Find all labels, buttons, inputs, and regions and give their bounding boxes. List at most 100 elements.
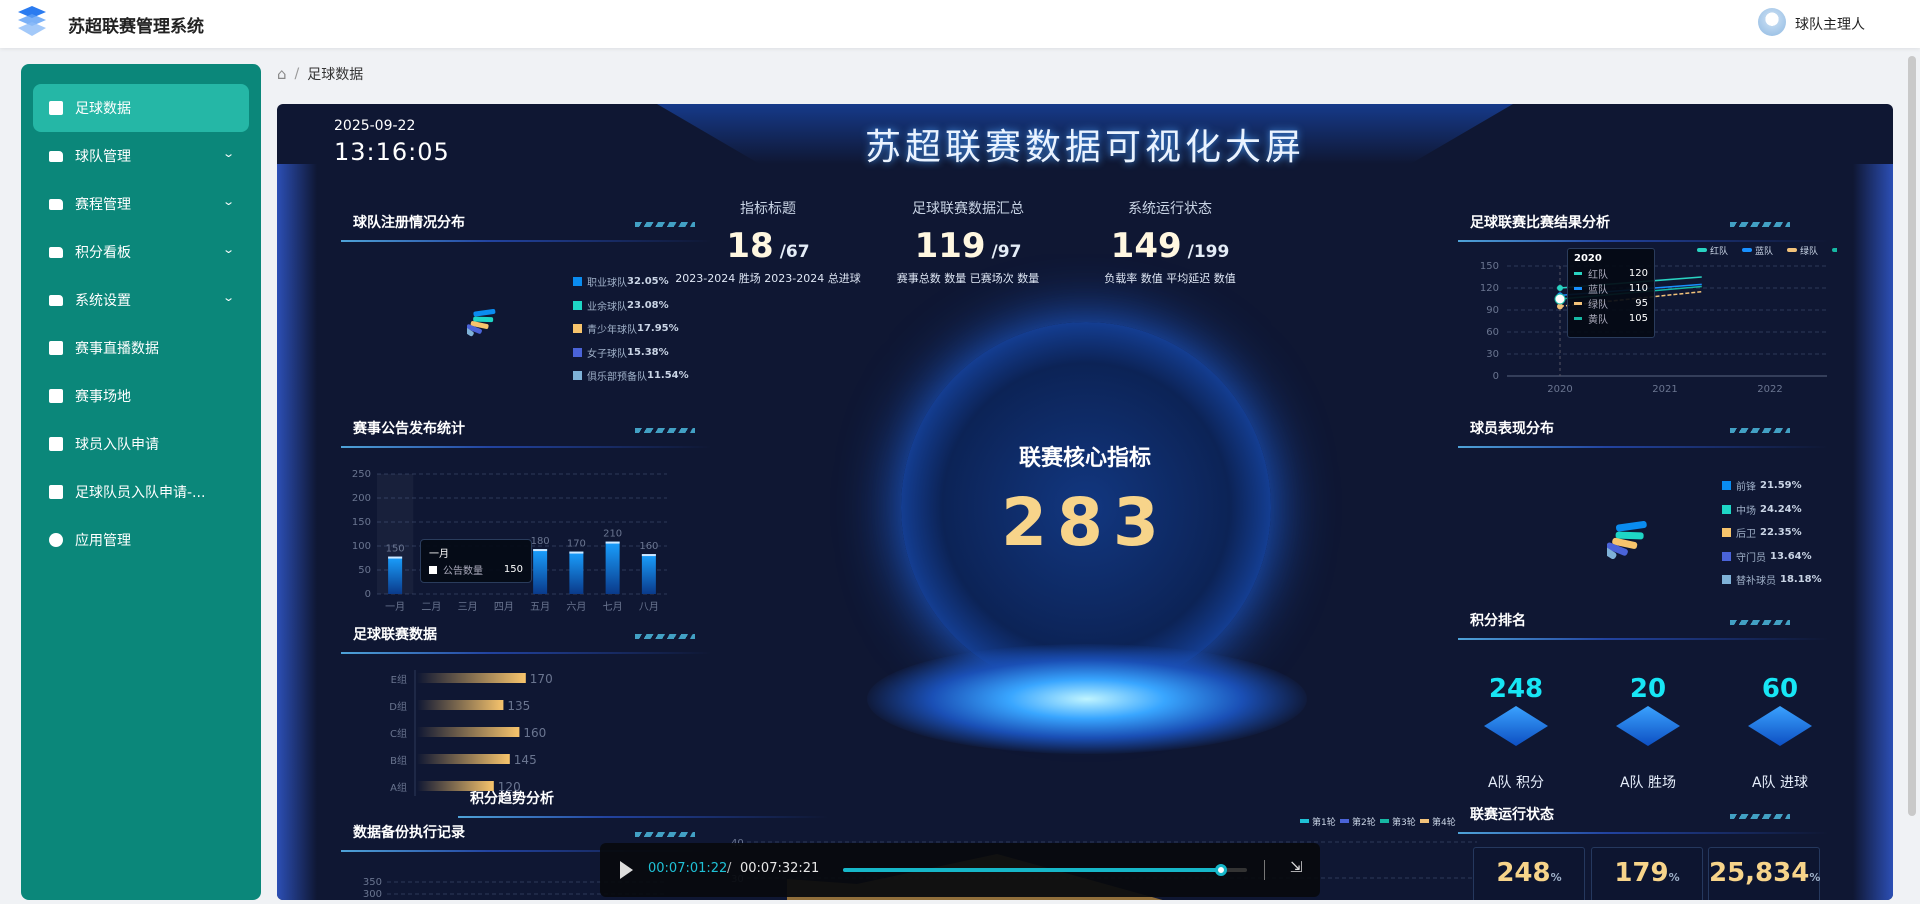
metric-value: 149 xyxy=(1110,226,1182,266)
x-tick-label: 五月 xyxy=(530,601,550,613)
tooltip-value: 110 xyxy=(1628,283,1648,294)
hbar[interactable] xyxy=(417,781,494,791)
data-point[interactable] xyxy=(1557,303,1563,310)
y-tick-label: 0 xyxy=(365,589,371,600)
sidebar-item-label: 球队管理 xyxy=(75,149,131,165)
total-time: 00:07:32:21 xyxy=(740,861,820,876)
sidebar-item[interactable]: 球员入队申请 xyxy=(33,420,249,468)
sidebar-item[interactable]: 积分看板 ⌄ xyxy=(33,228,249,276)
tooltip-swatch xyxy=(429,565,437,574)
sidebar-item[interactable]: 球队管理 ⌄ xyxy=(33,132,249,180)
data-point[interactable] xyxy=(1554,293,1566,305)
sidebar-item-label: 系统设置 xyxy=(75,293,131,309)
rose-segment[interactable] xyxy=(473,316,494,323)
metric-label: 足球联赛数据汇总 xyxy=(912,201,1024,217)
sidebar-item[interactable]: 足球数据 xyxy=(33,84,249,132)
folder-icon xyxy=(49,198,63,210)
legend-swatch xyxy=(573,371,582,381)
legend-item[interactable]: 替补球员 18.18% xyxy=(1722,568,1822,592)
tooltip-name: 蓝队 xyxy=(1588,285,1608,296)
y-category-label: A组 xyxy=(390,781,407,794)
bar[interactable] xyxy=(388,556,403,594)
legend-item[interactable]: 俱乐部预备队 11.54% xyxy=(573,364,689,388)
sidebar-item[interactable]: 应用管理 xyxy=(33,516,249,564)
metric-card: 指标标题 18/67 2023-2024 胜场 2023-2024 总进球 xyxy=(658,198,878,286)
seek-handle[interactable] xyxy=(1214,864,1227,876)
hbar[interactable] xyxy=(417,700,504,710)
chevron-down-icon: ⌄ xyxy=(221,243,235,256)
rank-card: 20 A队 胜场 xyxy=(1588,674,1708,792)
sidebar-item[interactable]: 足球队员入队申请-... xyxy=(33,468,249,516)
page-scrollbar[interactable] xyxy=(1908,56,1916,816)
team-reg-legend: 职业球队 32.05% 业余球队 23.08% 青少年球队 17.95% 女子球队 15.38… xyxy=(573,270,689,388)
current-time: 00:07:01:22 xyxy=(648,861,728,876)
exit-fullscreen-icon[interactable]: ⇲ xyxy=(1290,858,1303,876)
decor-stripes xyxy=(1730,222,1790,227)
legend-item[interactable]: 青少年球队 17.95% xyxy=(573,317,689,341)
sidebar-item[interactable]: 系统设置 ⌄ xyxy=(33,276,249,324)
video-controls: 00:07:01:22 / 00:07:32:21 ⇲ xyxy=(600,843,1320,897)
legend-name[interactable]: 红队 xyxy=(1710,245,1728,257)
avatar[interactable] xyxy=(1758,8,1786,36)
data-point[interactable] xyxy=(1557,285,1563,291)
legend-name[interactable]: 蓝队 xyxy=(1755,245,1773,257)
status-value: 179% xyxy=(1592,858,1702,888)
x-tick-label: 六月 xyxy=(566,601,586,613)
legend-item[interactable]: 业余球队 23.08% xyxy=(573,294,689,318)
hbar[interactable] xyxy=(417,673,526,683)
team-reg-rose-chart xyxy=(467,309,496,337)
x-tick-label: 二月 xyxy=(421,601,441,613)
x-tick-label: 2022 xyxy=(1757,384,1782,395)
rank-value: 60 xyxy=(1761,674,1799,704)
metric-card: 足球联赛数据汇总 119/97 赛事总数 数量 已赛场次 数量 xyxy=(858,198,1078,286)
legend-name[interactable]: 第1轮 xyxy=(1312,816,1336,828)
legend-name[interactable]: 第4轮 xyxy=(1432,816,1456,828)
legend-name[interactable]: 第2轮 xyxy=(1352,816,1376,828)
core-metric-label: 联赛核心指标 xyxy=(1018,446,1151,471)
metric-card: 系统运行状态 149/199 负载率 数值 平均延迟 数值 xyxy=(1060,198,1280,286)
y-tick-label: 50 xyxy=(358,565,371,576)
home-icon[interactable]: ⌂ xyxy=(277,65,287,83)
hbar[interactable] xyxy=(417,727,520,737)
legend-name: 女子球队 xyxy=(587,348,627,360)
sidebar-item[interactable]: 赛程管理 ⌄ xyxy=(33,180,249,228)
legend-name[interactable]: 第3轮 xyxy=(1392,816,1416,828)
y-tick-label: 350 xyxy=(363,877,382,888)
legend-swatch xyxy=(573,277,582,287)
sidebar-item-label: 球员入队申请 xyxy=(75,437,159,453)
folder-icon xyxy=(49,150,63,162)
metric-number: 18/67 xyxy=(658,226,878,266)
rose-segment[interactable] xyxy=(473,309,496,317)
y-tick-label: 90 xyxy=(1486,305,1499,316)
decor-stripes xyxy=(635,634,695,639)
section-title-team-reg: 球队注册情况分布 xyxy=(341,212,711,242)
legend-item[interactable]: 女子球队 15.38% xyxy=(573,341,689,365)
legend-swatch xyxy=(1380,819,1389,823)
sidebar-item-label: 赛事直播数据 xyxy=(75,341,159,357)
rank-label: A队 积分 xyxy=(1487,775,1545,791)
tooltip-row: 黄队 105 xyxy=(1574,311,1648,326)
x-tick-label: 2020 xyxy=(1547,384,1572,395)
status-card: 179% xyxy=(1591,847,1703,900)
legend-name: 替补球员 xyxy=(1736,576,1776,588)
diamond-pedestal-icon xyxy=(1616,706,1680,746)
sidebar-item[interactable]: 赛事直播数据 xyxy=(33,324,249,372)
metric-total: /199 xyxy=(1187,242,1230,262)
seek-slider[interactable] xyxy=(843,864,1247,876)
glow-platform xyxy=(867,644,1307,754)
x-tick-label: 一月 xyxy=(385,601,405,613)
play-icon[interactable] xyxy=(620,861,633,879)
legend-name[interactable]: 绿队 xyxy=(1800,245,1818,257)
sidebar-item-label: 赛事场地 xyxy=(75,389,131,405)
sidebar-item[interactable]: 赛事场地 xyxy=(33,372,249,420)
metric-value: 18 xyxy=(726,226,774,266)
section-title-ranking: 积分排名 xyxy=(1458,610,1828,640)
legend-pct: 15.38% xyxy=(627,346,669,358)
diamond-pedestal-icon xyxy=(1484,706,1548,746)
hbar[interactable] xyxy=(417,754,510,764)
legend-name: 业余球队 xyxy=(587,301,627,313)
tooltip-value: 120 xyxy=(1628,268,1648,279)
tooltip-row: 红队 120 xyxy=(1574,266,1648,281)
hbar-value-label: 145 xyxy=(514,753,537,767)
user-menu[interactable]: 球队主理人 xyxy=(1795,14,1865,34)
